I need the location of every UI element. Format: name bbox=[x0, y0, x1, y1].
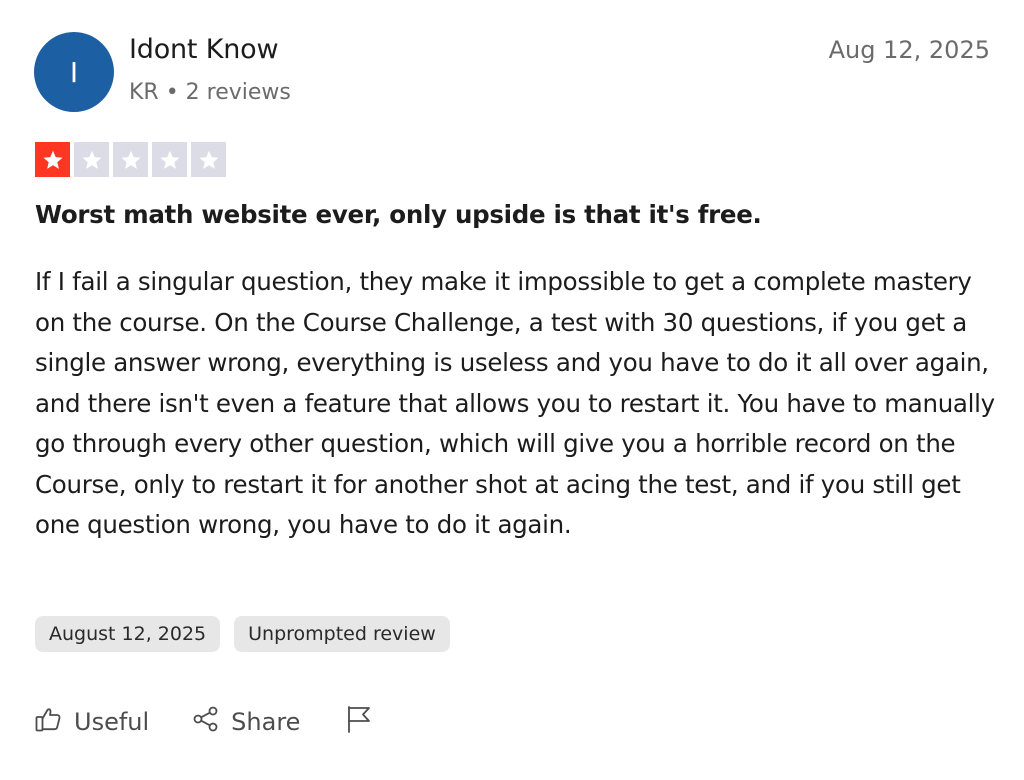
report-button[interactable] bbox=[344, 704, 374, 740]
review-body: If I fail a singular question, they make… bbox=[35, 267, 995, 539]
review-date: Aug 12, 2025 bbox=[828, 36, 990, 64]
useful-label: Useful bbox=[74, 708, 150, 736]
useful-button[interactable]: Useful bbox=[34, 704, 149, 740]
star-icon bbox=[113, 142, 148, 177]
reviewer-meta: KR • 2 reviews bbox=[129, 80, 291, 105]
avatar-initial: I bbox=[69, 55, 79, 89]
share-label: Share bbox=[231, 708, 301, 736]
star-icon bbox=[152, 142, 187, 177]
star-icon bbox=[191, 142, 226, 177]
share-button[interactable]: Share bbox=[191, 704, 300, 740]
star-rating bbox=[35, 142, 226, 177]
review-actions: Useful Share bbox=[34, 704, 374, 740]
review-title: Worst math website ever, only upside is … bbox=[35, 200, 762, 229]
thumbs-up-icon bbox=[34, 704, 64, 740]
star-icon bbox=[74, 142, 109, 177]
share-icon bbox=[191, 704, 221, 740]
date-of-experience-badge: August 12, 2025 bbox=[35, 616, 221, 652]
flag-icon bbox=[344, 704, 374, 740]
reviewer-name[interactable]: Idont Know bbox=[129, 34, 279, 65]
avatar[interactable]: I bbox=[34, 32, 114, 112]
review-tags: August 12, 2025 Unprompted review bbox=[35, 616, 450, 652]
star-icon bbox=[35, 142, 70, 177]
review-type-badge[interactable]: Unprompted review bbox=[234, 616, 450, 652]
